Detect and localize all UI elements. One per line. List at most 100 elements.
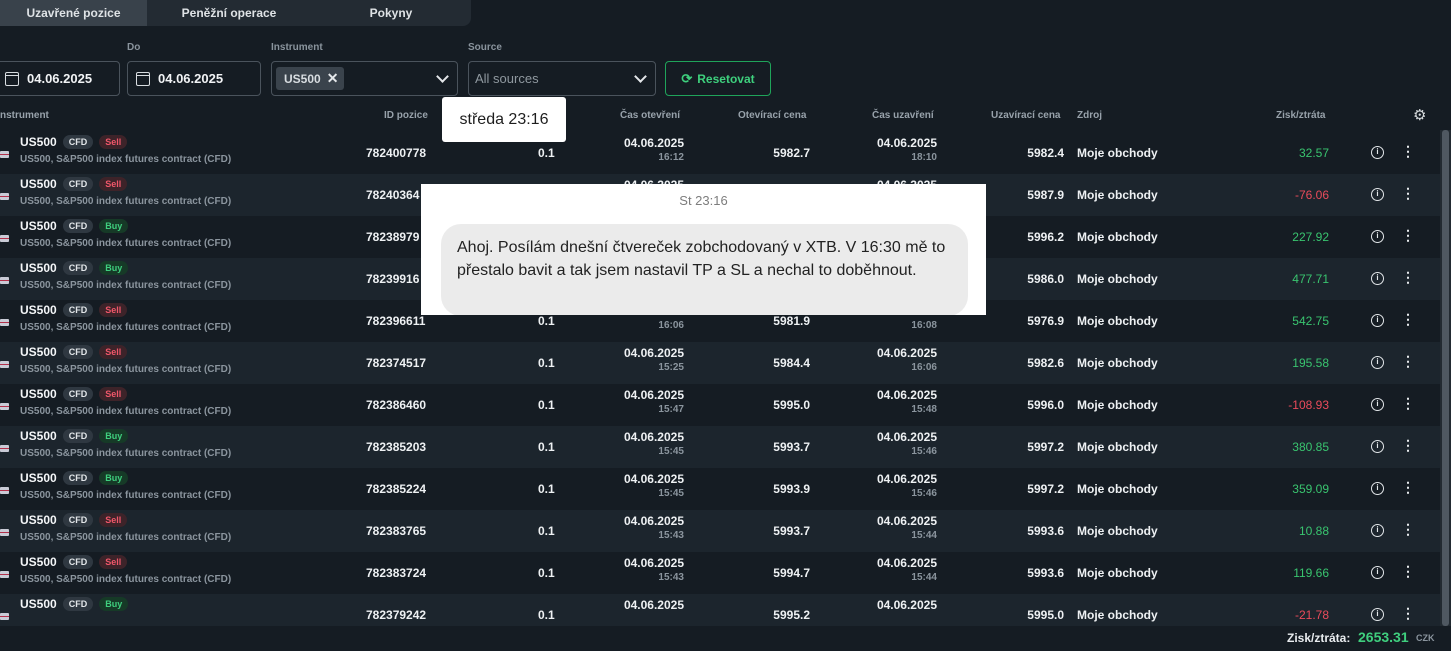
close-icon[interactable]: ✕ <box>327 70 339 87</box>
table-row[interactable]: US500 CFD Sell US500, S&P500 index futures … <box>0 132 1440 174</box>
source: Moje obchody <box>1077 482 1158 496</box>
more-options-icon[interactable]: ⋮ <box>1401 143 1415 160</box>
table-row[interactable]: US500 CFD Buy US500, S&P500 index futures c… <box>0 468 1440 510</box>
cfd-badge: CFD <box>62 387 94 401</box>
profit-loss: 32.57 <box>1298 146 1329 160</box>
scrollbar-thumb[interactable] <box>1442 130 1449 626</box>
info-icon[interactable]: i <box>1371 482 1384 495</box>
profit-loss: 542.75 <box>1292 314 1329 328</box>
position-id: 78238979 <box>366 230 420 244</box>
position-id: 782383765 <box>366 524 427 538</box>
instrument-description: US500, S&P500 index futures contract (CF… <box>20 490 232 501</box>
instrument-chip: US500 ✕ <box>276 67 345 90</box>
info-icon[interactable]: i <box>1371 272 1384 285</box>
open-time: 15:45 <box>658 446 684 457</box>
reset-button[interactable]: ⟳ Resetovat <box>665 61 771 96</box>
more-options-icon[interactable]: ⋮ <box>1401 605 1415 622</box>
col-close-time[interactable]: Čas uzavření <box>872 110 934 121</box>
side-badge: Sell <box>99 177 128 191</box>
gear-icon[interactable]: ⚙ <box>1413 106 1426 124</box>
source: Moje obchody <box>1077 314 1158 328</box>
side-badge: Sell <box>99 135 128 149</box>
open-price: 5995.0 <box>773 398 810 412</box>
open-date: 04.06.2025 <box>623 388 684 402</box>
info-icon[interactable]: i <box>1371 608 1384 621</box>
info-icon[interactable]: i <box>1371 314 1384 327</box>
close-time: 15:46 <box>911 488 937 499</box>
close-time: 18:10 <box>911 152 937 163</box>
symbol-text: US500 <box>20 177 57 191</box>
info-icon[interactable]: i <box>1371 230 1384 243</box>
to-date-field[interactable]: 04.06.2025 <box>127 61 261 96</box>
info-icon[interactable]: i <box>1371 566 1384 579</box>
col-position-id[interactable]: ID pozice <box>384 110 428 121</box>
instrument-symbol: US500 CFD Sell <box>20 387 128 401</box>
info-icon[interactable]: i <box>1371 146 1384 159</box>
close-time: 15:44 <box>911 530 937 541</box>
instrument-symbol: US500 CFD Sell <box>20 345 128 359</box>
position-id: 782386460 <box>366 398 427 412</box>
open-price: 5994.7 <box>773 566 810 580</box>
side-badge: Sell <box>99 303 128 317</box>
source: Moje obchody <box>1077 188 1158 202</box>
table-row[interactable]: US500 CFD Sell US500, S&P500 index futures … <box>0 384 1440 426</box>
more-options-icon[interactable]: ⋮ <box>1401 185 1415 202</box>
col-close-price[interactable]: Uzavírací cena <box>991 110 1061 121</box>
info-icon[interactable]: i <box>1371 524 1384 537</box>
open-time: 15:25 <box>658 362 684 373</box>
more-options-icon[interactable]: ⋮ <box>1401 437 1415 454</box>
position-id: 78239916 <box>366 272 420 286</box>
tab-orders[interactable]: Pokyny <box>311 0 471 26</box>
table-row[interactable]: US500 CFD Sell US500, S&P500 index futures … <box>0 510 1440 552</box>
profit-loss: 359.09 <box>1292 482 1329 496</box>
info-icon[interactable]: i <box>1371 398 1384 411</box>
profit-loss: 380.85 <box>1292 440 1329 454</box>
more-options-icon[interactable]: ⋮ <box>1401 227 1415 244</box>
open-time: 15:45 <box>658 488 684 499</box>
volume: 0.1 <box>538 314 555 328</box>
more-options-icon[interactable]: ⋮ <box>1401 395 1415 412</box>
source: Moje obchody <box>1077 356 1158 370</box>
instrument-select[interactable]: US500 ✕ <box>271 61 458 96</box>
close-date: 04.06.2025 <box>876 388 937 402</box>
more-options-icon[interactable]: ⋮ <box>1401 563 1415 580</box>
more-options-icon[interactable]: ⋮ <box>1401 269 1415 286</box>
tab-cash-operations[interactable]: Peněžní operace <box>147 0 311 26</box>
table-row[interactable]: US500 CFD Sell US500, S&P500 index futures … <box>0 342 1440 384</box>
more-options-icon[interactable]: ⋮ <box>1401 479 1415 496</box>
open-price: 5981.9 <box>773 314 810 328</box>
col-pnl[interactable]: Zisk/ztráta <box>1276 110 1325 121</box>
cfd-badge: CFD <box>62 177 94 191</box>
more-options-icon[interactable]: ⋮ <box>1401 353 1415 370</box>
more-options-icon[interactable]: ⋮ <box>1401 521 1415 538</box>
instrument-symbol: US500 CFD Sell <box>20 513 128 527</box>
symbol-text: US500 <box>20 303 57 317</box>
col-source[interactable]: Zdroj <box>1077 110 1102 121</box>
volume: 0.1 <box>538 608 555 622</box>
position-id: 782374517 <box>366 356 427 370</box>
from-date-field[interactable]: 04.06.2025 <box>0 61 120 96</box>
instrument-description: US500, S&P500 index futures contract (CF… <box>20 238 232 249</box>
close-price: 5993.6 <box>1027 524 1064 538</box>
volume: 0.1 <box>538 398 555 412</box>
source-select[interactable]: All sources <box>468 61 656 96</box>
more-options-icon[interactable]: ⋮ <box>1401 311 1415 328</box>
instrument-description: US500, S&P500 index futures contract (CF… <box>20 154 232 165</box>
scrollbar[interactable] <box>1440 130 1451 626</box>
close-price: 5993.6 <box>1027 566 1064 580</box>
table-row[interactable]: US500 CFD Sell US500, S&P500 index futures … <box>0 552 1440 594</box>
profit-loss: 477.71 <box>1292 272 1329 286</box>
tab-closed-positions[interactable]: Uzavřené pozice <box>0 0 147 26</box>
info-icon[interactable]: i <box>1371 356 1384 369</box>
open-time: 16:06 <box>658 320 684 331</box>
info-icon[interactable]: i <box>1371 440 1384 453</box>
col-open-time[interactable]: Čas otevření <box>620 110 680 121</box>
chat-message: Ahoj. Posílám dnešní čtvereček zobchodov… <box>441 224 968 315</box>
refresh-icon: ⟳ <box>681 70 693 86</box>
col-open-price[interactable]: Otevírací cena <box>738 110 806 121</box>
table-row[interactable]: US500 CFD Buy US500, S&P500 index futures c… <box>0 426 1440 468</box>
side-badge: Buy <box>99 261 129 275</box>
instrument-description: US500, S&P500 index futures contract (CF… <box>20 406 232 417</box>
info-icon[interactable]: i <box>1371 188 1384 201</box>
col-instrument[interactable]: nstrument <box>0 110 49 121</box>
